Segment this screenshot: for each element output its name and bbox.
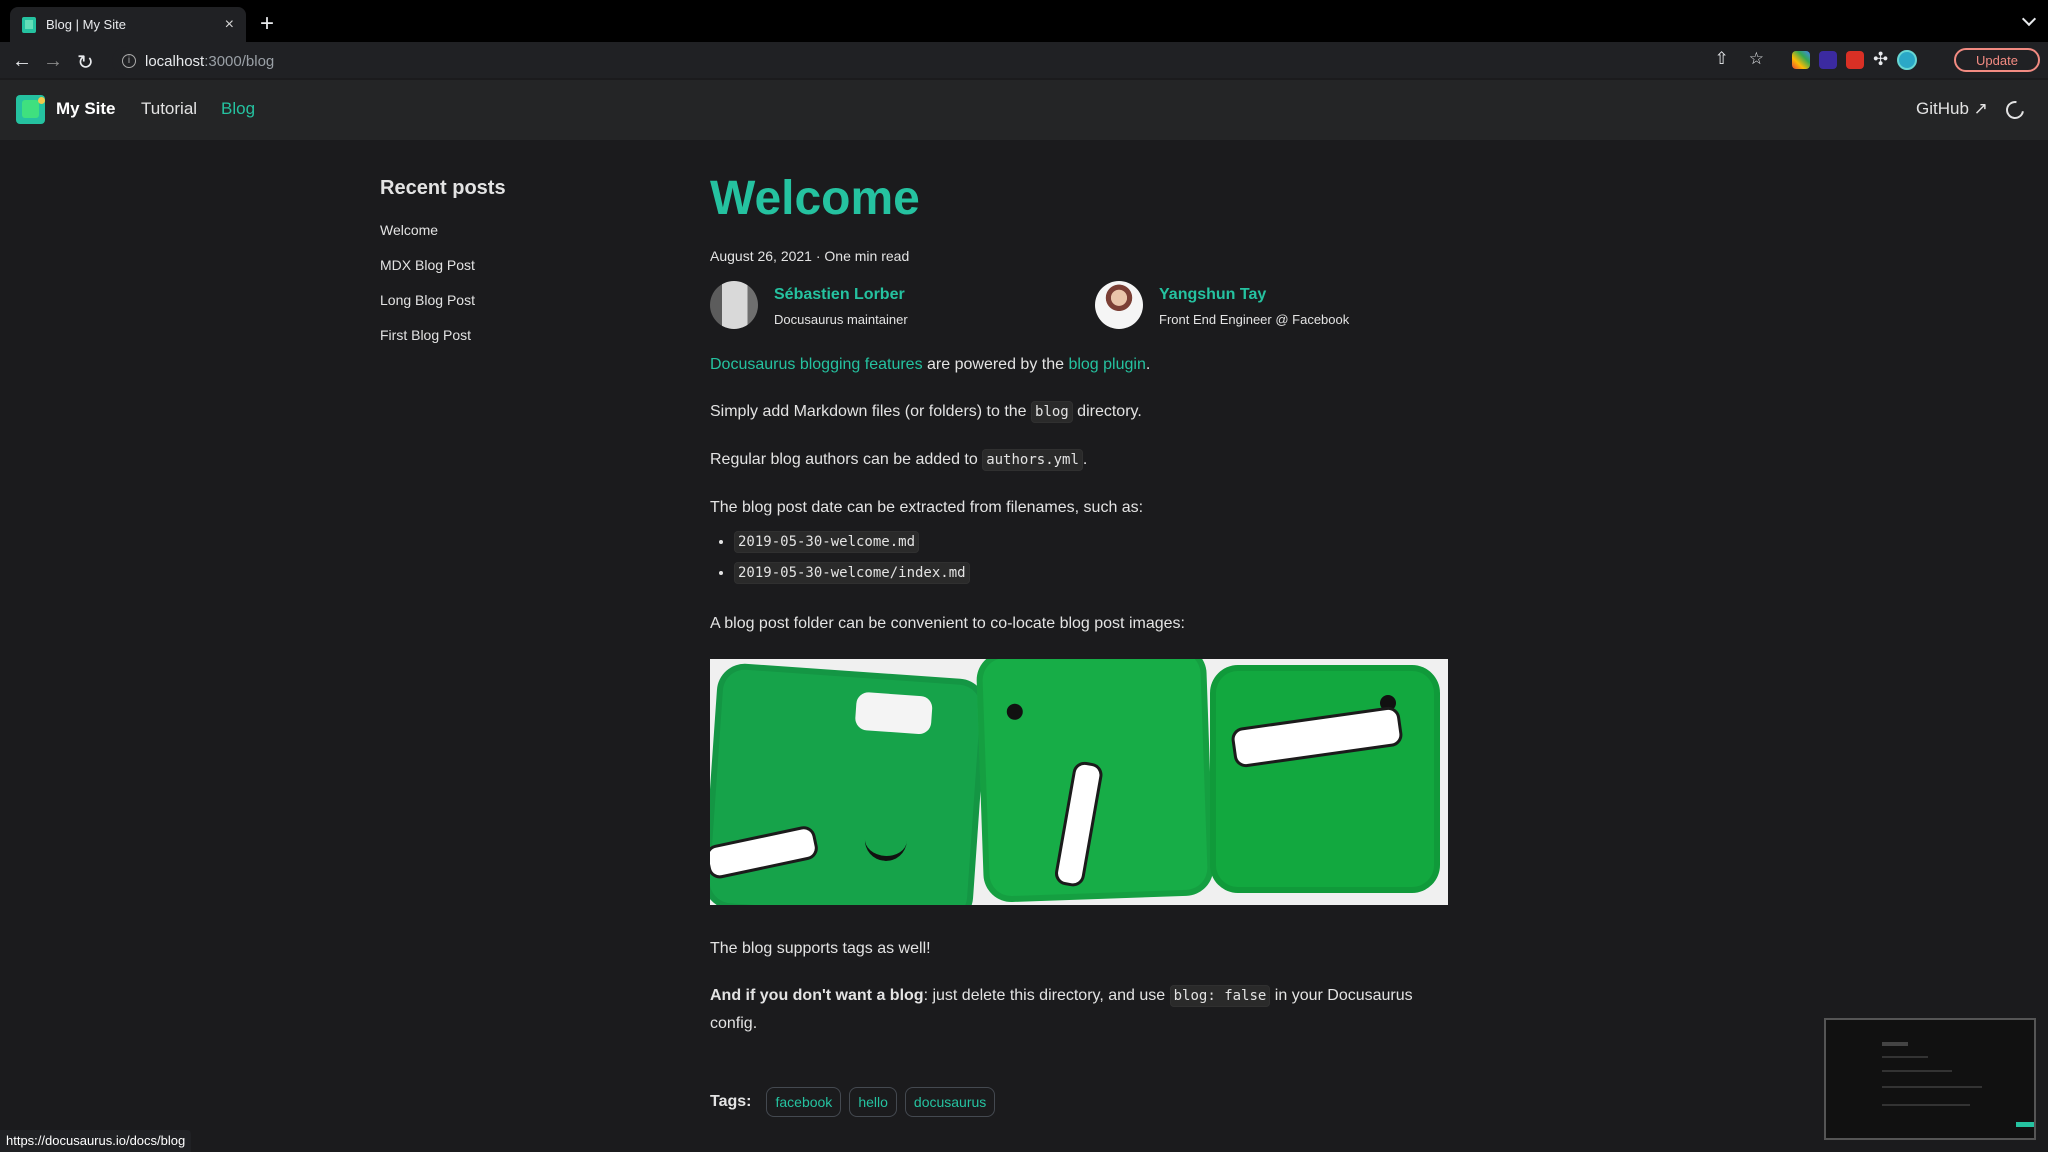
share-icon[interactable]: ⇧: [1715, 49, 1729, 69]
extension-color-icon[interactable]: [1792, 50, 1810, 69]
plush-mouth: [863, 817, 909, 863]
github-link[interactable]: GitHub ↗: [1916, 99, 1988, 119]
dark-mode-icon[interactable]: [2002, 97, 2028, 123]
recent-posts-list: Welcome MDX Blog Post Long Blog Post Fir…: [380, 222, 475, 362]
site-logo-icon[interactable]: [16, 95, 45, 124]
recent-post-long[interactable]: Long Blog Post: [380, 292, 475, 327]
post-paragraph: A blog post folder can be convenient to …: [710, 615, 1185, 632]
new-tab-icon[interactable]: +: [260, 12, 274, 36]
author-role: Docusaurus maintainer: [774, 312, 908, 327]
post-title[interactable]: Welcome: [710, 170, 1450, 228]
external-link-icon: ↗: [1973, 99, 1988, 118]
nav-tutorial[interactable]: Tutorial: [141, 99, 197, 119]
post-paragraph: And if you don't want a blog: just delet…: [710, 985, 1413, 1032]
address-actions: ⇧ ☆: [1715, 49, 1765, 69]
inline-code: authors.yml: [982, 449, 1083, 471]
tab-title: Blog | My Site: [46, 17, 126, 32]
plush-teeth: [710, 824, 821, 881]
info-icon[interactable]: i: [122, 54, 136, 68]
update-button[interactable]: Update: [1954, 48, 2040, 72]
extension-icon[interactable]: ✣: [1873, 49, 1888, 70]
plush-eye: [1006, 703, 1024, 721]
post-paragraph: Regular blog authors can be added to aut…: [710, 446, 1450, 474]
page-preview-thumbnail[interactable]: [1824, 1018, 2036, 1140]
tag-facebook[interactable]: facebook: [766, 1087, 842, 1117]
preview-text-line: [1882, 1086, 1982, 1088]
tags-label: Tags:: [710, 1093, 752, 1110]
reload-icon[interactable]: ↻: [77, 50, 94, 75]
plush-dinosaur: [1210, 665, 1440, 893]
site-brand[interactable]: My Site: [56, 99, 116, 119]
plush-teeth: [1053, 759, 1105, 889]
recent-posts-title: Recent posts: [380, 177, 506, 199]
filename-list: 2019-05-30-welcome.md 2019-05-30-welcome…: [734, 531, 1450, 595]
extension-red-icon[interactable]: [1846, 50, 1864, 69]
preview-text-line: [1882, 1056, 1928, 1058]
profile-avatar[interactable]: [1897, 49, 1918, 70]
plush-dinosaur: [710, 661, 989, 905]
recent-post-first[interactable]: First Blog Post: [380, 327, 475, 362]
post-paragraph: Simply add Markdown files (or folders) t…: [710, 398, 1450, 426]
inline-code: blog: [1031, 401, 1073, 423]
hover-status-url: https://docusaurus.io/docs/blog: [0, 1130, 192, 1152]
recent-post-welcome[interactable]: Welcome: [380, 222, 475, 257]
browser-toolbar: ← → ↻ i localhost:3000/blog ⇧ ☆: [0, 42, 2048, 78]
extensions-bar: ✣: [1792, 49, 1918, 70]
plush-dinosaurs-image: [710, 659, 1448, 905]
site-favicon-icon: [22, 16, 36, 33]
post-paragraph: The blog supports tags as well!: [710, 940, 931, 957]
post-tags: Tags: facebook hello docusaurus: [710, 1087, 1450, 1117]
post-paragraph: The blog post date can be extracted from…: [710, 499, 1144, 516]
nav-blog[interactable]: Blog: [221, 99, 255, 119]
preview-text-line: [1882, 1070, 1952, 1072]
blog-plugin-link[interactable]: blog plugin: [1068, 356, 1145, 373]
filename-item: 2019-05-30-welcome.md: [734, 531, 1450, 564]
post-authors: Sébastien Lorber Docusaurus maintainer Y…: [710, 281, 1450, 333]
browser-tab[interactable]: Blog | My Site ×: [10, 7, 246, 42]
back-icon[interactable]: ←: [12, 50, 32, 73]
plush-teeth: [1230, 705, 1404, 769]
blogging-features-link[interactable]: Docusaurus blogging features: [710, 356, 923, 373]
extension-purple-icon[interactable]: [1819, 50, 1837, 69]
avatar[interactable]: [1095, 281, 1143, 329]
avatar[interactable]: [710, 281, 758, 329]
tab-search-icon[interactable]: [2021, 11, 2037, 27]
browser-tab-strip: Blog | My Site × +: [0, 0, 2048, 42]
preview-accent: [2016, 1122, 2034, 1127]
post-meta: August 26, 2021 · One min read: [710, 248, 910, 264]
post-paragraph: Docusaurus blogging features are powered…: [710, 356, 1151, 373]
recent-post-mdx[interactable]: MDX Blog Post: [380, 257, 475, 292]
forward-icon[interactable]: →: [43, 50, 63, 73]
plush-label: [854, 691, 933, 735]
tag-hello[interactable]: hello: [849, 1087, 897, 1117]
plush-dinosaur: [975, 659, 1215, 903]
close-tab-icon[interactable]: ×: [225, 16, 234, 34]
address-text[interactable]: localhost:3000/blog: [145, 53, 274, 70]
author-name[interactable]: Yangshun Tay: [1159, 286, 1266, 304]
address-bar[interactable]: i localhost:3000/blog ⇧ ☆: [112, 47, 1768, 75]
star-icon[interactable]: ☆: [1749, 49, 1764, 69]
filename-item: 2019-05-30-welcome/index.md: [734, 562, 1450, 595]
blog-post: Welcome August 26, 2021 · One min read S…: [710, 170, 1450, 1117]
author-role: Front End Engineer @ Facebook: [1159, 312, 1350, 327]
inline-code: blog: false: [1169, 985, 1271, 1007]
author-name[interactable]: Sébastien Lorber: [774, 286, 905, 304]
preview-title-line: [1882, 1042, 1908, 1046]
preview-text-line: [1882, 1104, 1970, 1106]
tag-docusaurus[interactable]: docusaurus: [904, 1087, 996, 1117]
site-navbar: My Site Tutorial Blog GitHub ↗: [0, 80, 2048, 140]
